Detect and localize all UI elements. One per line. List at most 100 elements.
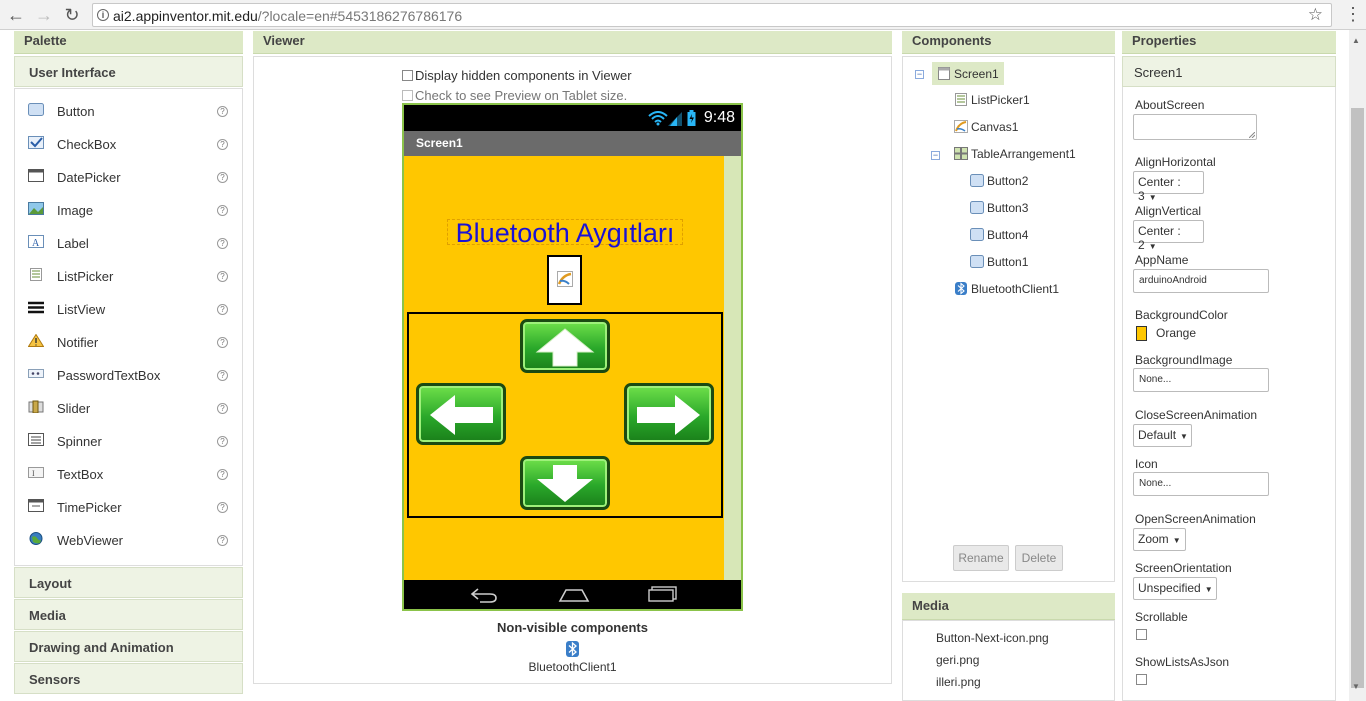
help-icon[interactable]: ? xyxy=(217,106,228,117)
palette-category-sensors[interactable]: Sensors xyxy=(14,663,243,694)
tree-item-button4[interactable]: Button4 xyxy=(970,228,1028,242)
palette-item-slider[interactable]: Slider ? xyxy=(15,389,242,422)
palette-category-media[interactable]: Media xyxy=(14,599,243,630)
browser-menu-icon[interactable]: ⋮ xyxy=(1344,3,1362,25)
icon-picker[interactable]: None... xyxy=(1133,472,1269,496)
display-hidden-checkbox[interactable]: Display hidden components in Viewer xyxy=(402,68,632,83)
help-icon[interactable]: ? xyxy=(217,370,228,381)
down-arrow-button[interactable] xyxy=(520,456,610,510)
help-icon[interactable]: ? xyxy=(217,337,228,348)
properties-component-name: Screen1 xyxy=(1122,56,1336,87)
reload-icon[interactable]: ↻ xyxy=(62,5,82,25)
tablet-preview-checkbox[interactable]: Check to see Preview on Tablet size. xyxy=(402,88,627,103)
backgroundimage-picker[interactable]: None... xyxy=(1133,368,1269,392)
palette-item-checkbox[interactable]: CheckBox ? xyxy=(15,125,242,158)
palette-item-button[interactable]: Button ? xyxy=(15,92,242,125)
help-icon[interactable]: ? xyxy=(217,238,228,249)
help-icon[interactable]: ? xyxy=(217,436,228,447)
help-icon[interactable]: ? xyxy=(217,535,228,546)
bluetooth-label[interactable]: Bluetooth Aygıtları xyxy=(447,219,683,247)
palette-item-label[interactable]: A Label ? xyxy=(15,224,242,257)
tree-item-tablearrangement1[interactable]: TableArrangement1 xyxy=(954,147,1076,161)
screenorientation-select[interactable]: Unspecified ▼ xyxy=(1133,577,1217,600)
palette-item-image[interactable]: Image ? xyxy=(15,191,242,224)
tree-item-canvas1[interactable]: Canvas1 xyxy=(954,120,1018,134)
category-label: Sensors xyxy=(29,672,81,687)
resize-handle-icon[interactable] xyxy=(1249,132,1255,138)
palette-item-spinner[interactable]: Spinner ? xyxy=(15,422,242,455)
tree-item-button2[interactable]: Button2 xyxy=(970,174,1028,188)
collapse-toggle-icon[interactable]: − xyxy=(931,151,940,160)
tree-item-button3[interactable]: Button3 xyxy=(970,201,1028,215)
checkbox-box[interactable] xyxy=(402,90,413,101)
right-arrow-button[interactable] xyxy=(624,383,714,445)
media-file[interactable]: geri.png xyxy=(936,653,979,667)
scroll-up-icon[interactable]: ▲ xyxy=(1352,36,1360,45)
palette-item-webviewer[interactable]: WebViewer ? xyxy=(15,521,242,554)
tree-item-screen1[interactable]: Screen1 xyxy=(932,62,1004,85)
help-icon[interactable]: ? xyxy=(217,139,228,150)
openscreenanimation-select[interactable]: Zoom ▼ xyxy=(1133,528,1186,551)
help-icon[interactable]: ? xyxy=(217,304,228,315)
palette-item-listpicker[interactable]: ListPicker ? xyxy=(15,257,242,290)
nonvisible-bluetoothclient1[interactable]: BluetoothClient1 xyxy=(253,660,892,674)
alignhorizontal-select[interactable]: Center : 3 ▼ xyxy=(1133,171,1204,203)
checkbox-box[interactable] xyxy=(402,70,413,81)
scrollable-checkbox[interactable] xyxy=(1136,629,1147,640)
appname-input[interactable]: arduinoAndroid xyxy=(1133,269,1269,293)
aboutscreen-textarea[interactable] xyxy=(1133,114,1257,140)
palette-category-layout[interactable]: Layout xyxy=(14,567,243,598)
palette-item-timepicker[interactable]: TimePicker ? xyxy=(15,488,242,521)
color-swatch[interactable] xyxy=(1136,326,1147,341)
screen-body[interactable]: Bluetooth Aygıtları xyxy=(404,156,724,580)
screen-title-bar: Screen1 xyxy=(404,131,741,156)
help-icon[interactable]: ? xyxy=(217,205,228,216)
scroll-down-icon[interactable]: ▼ xyxy=(1352,682,1360,691)
help-icon[interactable]: ? xyxy=(217,502,228,513)
backgroundcolor-value[interactable]: Orange xyxy=(1156,326,1196,340)
up-arrow-button[interactable] xyxy=(520,319,610,373)
tree-item-bluetoothclient1[interactable]: BluetoothClient1 xyxy=(954,282,1059,296)
dropdown-caret-icon: ▼ xyxy=(1180,432,1188,441)
button-icon xyxy=(970,174,984,187)
address-bar[interactable]: i ai2.appinventor.mit.edu/?locale=en#545… xyxy=(92,3,1332,27)
palette-item-textbox[interactable]: I TextBox ? xyxy=(15,455,242,488)
palette-category-drawing[interactable]: Drawing and Animation xyxy=(14,631,243,662)
forward-icon[interactable]: → xyxy=(34,5,54,25)
palette-item-datepicker[interactable]: DatePicker ? xyxy=(15,158,242,191)
showlistsasjson-checkbox[interactable] xyxy=(1136,674,1147,685)
select-value: Unspecified xyxy=(1138,581,1201,595)
palette-category-user-interface[interactable]: User Interface xyxy=(14,56,243,87)
palette-item-notifier[interactable]: Notifier ? xyxy=(15,323,242,356)
media-list: Button-Next-icon.png geri.png illeri.png xyxy=(902,620,1115,701)
scrollbar-thumb[interactable] xyxy=(1351,108,1364,688)
tree-item-button1[interactable]: Button1 xyxy=(970,255,1028,269)
palette-item-listview[interactable]: ListView ? xyxy=(15,290,242,323)
dropdown-caret-icon: ▼ xyxy=(1148,193,1157,202)
left-arrow-button[interactable] xyxy=(416,383,506,445)
palette-item-passwordtextbox[interactable]: PasswordTextBox ? xyxy=(15,356,242,389)
media-file[interactable]: Button-Next-icon.png xyxy=(936,631,1049,645)
alignvertical-select[interactable]: Center : 2 ▼ xyxy=(1133,220,1204,252)
delete-button[interactable]: Delete xyxy=(1015,545,1063,571)
help-icon[interactable]: ? xyxy=(217,469,228,480)
table-arrangement-preview[interactable] xyxy=(407,312,723,518)
help-icon[interactable]: ? xyxy=(217,172,228,183)
help-icon[interactable]: ? xyxy=(217,403,228,414)
bluetooth-icon xyxy=(955,282,967,295)
select-value: Default xyxy=(1138,428,1177,442)
help-icon[interactable]: ? xyxy=(217,271,228,282)
closescreenanimation-select[interactable]: Default ▼ xyxy=(1133,424,1192,447)
prop-label-backgroundimage: BackgroundImage xyxy=(1135,353,1233,367)
bookmark-star-icon[interactable]: ☆ xyxy=(1308,5,1323,25)
media-header: Media xyxy=(902,593,1115,620)
dropdown-caret-icon: ▼ xyxy=(1148,242,1157,251)
info-icon[interactable]: i xyxy=(97,9,109,21)
media-file[interactable]: illeri.png xyxy=(936,675,981,689)
tree-item-listpicker1[interactable]: ListPicker1 xyxy=(954,93,1030,107)
tree-item-label: ListPicker1 xyxy=(971,93,1030,107)
rename-button[interactable]: Rename xyxy=(953,545,1009,571)
collapse-toggle-icon[interactable]: − xyxy=(915,70,924,79)
canvas1-preview[interactable] xyxy=(547,255,582,305)
back-icon[interactable]: ← xyxy=(6,5,26,25)
